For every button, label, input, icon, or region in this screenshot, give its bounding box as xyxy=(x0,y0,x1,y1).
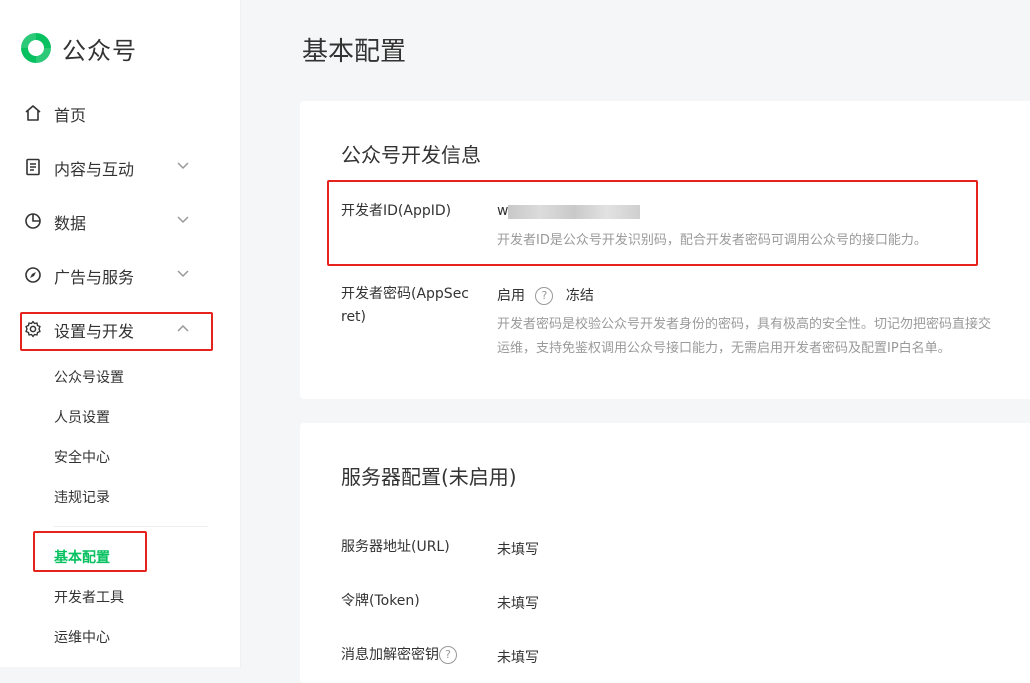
page-title: 基本配置 xyxy=(302,37,407,67)
token-label: 令牌(Token) xyxy=(341,593,420,609)
sidebar-item-ads[interactable]: 广告与服务 xyxy=(0,255,240,295)
sidebar-item-settings[interactable]: 设置与开发 xyxy=(0,309,240,349)
wechat-official-account-logo-icon xyxy=(21,33,51,63)
appsecret-description: 开发者密码是校验公众号开发者身份的密码，具有极高的安全性。切记勿把密码直接交 运… xyxy=(497,313,1030,361)
appsecret-description-line1: 开发者密码是校验公众号开发者身份的密码，具有极高的安全性。切记勿把密码直接交 xyxy=(497,317,992,332)
sidebar-item-label: 广告与服务 xyxy=(54,268,135,287)
pie-chart-icon xyxy=(25,213,41,229)
sidebar-subitem-ops-center[interactable]: 运维中心 xyxy=(54,627,110,647)
enable-link[interactable]: 启用 xyxy=(497,288,525,304)
brand-logo[interactable]: 公众号 xyxy=(18,30,137,66)
sidebar-item-label: 设置与开发 xyxy=(54,322,135,341)
token-value: 未填写 xyxy=(497,596,539,612)
sidebar-item-label: 数据 xyxy=(54,214,87,233)
appsecret-actions: 启用 ? 冻结 xyxy=(497,285,594,305)
sidebar-subitem-developer-tools[interactable]: 开发者工具 xyxy=(54,587,124,607)
aes-key-label-row: 消息加解密密钥? xyxy=(341,644,457,667)
appsecret-label-line2: ret) xyxy=(341,309,367,325)
compass-icon xyxy=(25,267,41,283)
home-icon xyxy=(25,105,41,121)
server-url-label: 服务器地址(URL) xyxy=(341,539,450,555)
developer-info-card: 公众号开发信息 开发者ID(AppID) w 开发者ID是公众号开发识别码，配合… xyxy=(300,101,1030,399)
aes-key-label: 消息加解密密钥 xyxy=(341,647,439,663)
chevron-down-icon xyxy=(177,216,189,224)
sidebar-subitem-security-center[interactable]: 安全中心 xyxy=(54,447,110,467)
server-config-card: 服务器配置(未启用) 服务器地址(URL) 未填写 令牌(Token) 未填写 … xyxy=(300,423,1030,683)
server-config-title: 服务器配置(未启用) xyxy=(341,465,517,489)
appid-masked-value xyxy=(508,205,640,219)
sidebar-divider xyxy=(54,526,208,527)
freeze-link[interactable]: 冻结 xyxy=(566,288,594,304)
sidebar-item-label: 内容与互动 xyxy=(54,160,135,179)
document-icon xyxy=(26,158,40,176)
chevron-down-icon xyxy=(177,270,189,278)
help-circle-icon[interactable]: ? xyxy=(439,646,457,664)
sidebar-item-data[interactable]: 数据 xyxy=(0,201,240,241)
gear-icon xyxy=(25,320,41,338)
sidebar-item-home[interactable]: 首页 xyxy=(0,93,240,133)
appsecret-label-line1: 开发者密码(AppSec xyxy=(341,286,470,302)
aes-key-value: 未填写 xyxy=(497,650,539,666)
help-circle-icon[interactable]: ? xyxy=(535,287,554,305)
sidebar-subitem-basic-config[interactable]: 基本配置 xyxy=(54,547,110,567)
sidebar-subitem-member-settings[interactable]: 人员设置 xyxy=(54,407,110,427)
chevron-down-icon xyxy=(177,162,189,170)
server-url-value: 未填写 xyxy=(497,542,539,558)
developer-info-title: 公众号开发信息 xyxy=(341,143,481,167)
sidebar-item-label: 首页 xyxy=(54,106,87,125)
brand-name: 公众号 xyxy=(62,36,137,65)
sidebar-item-content[interactable]: 内容与互动 xyxy=(0,147,240,187)
sidebar: 公众号 首页 内容与互动 数据 广告与服务 设置与开发 公众号设置 人员设置 安… xyxy=(0,0,240,667)
chevron-up-icon xyxy=(177,324,189,332)
appid-prefix: w xyxy=(497,203,509,219)
sidebar-subitem-violation-records[interactable]: 违规记录 xyxy=(54,487,110,507)
sidebar-subitem-account-settings[interactable]: 公众号设置 xyxy=(54,367,124,387)
appsecret-description-line2: 运维，支持免鉴权调用公众号接口能力，无需启用开发者密码及配置IP白名单。 xyxy=(497,341,951,356)
appid-label: 开发者ID(AppID) xyxy=(341,203,452,219)
appid-description: 开发者ID是公众号开发识别码，配合开发者密码可调用公众号的接口能力。 xyxy=(497,233,927,248)
appid-value: w xyxy=(497,203,508,219)
appsecret-label: 开发者密码(AppSec ret) xyxy=(341,283,469,329)
